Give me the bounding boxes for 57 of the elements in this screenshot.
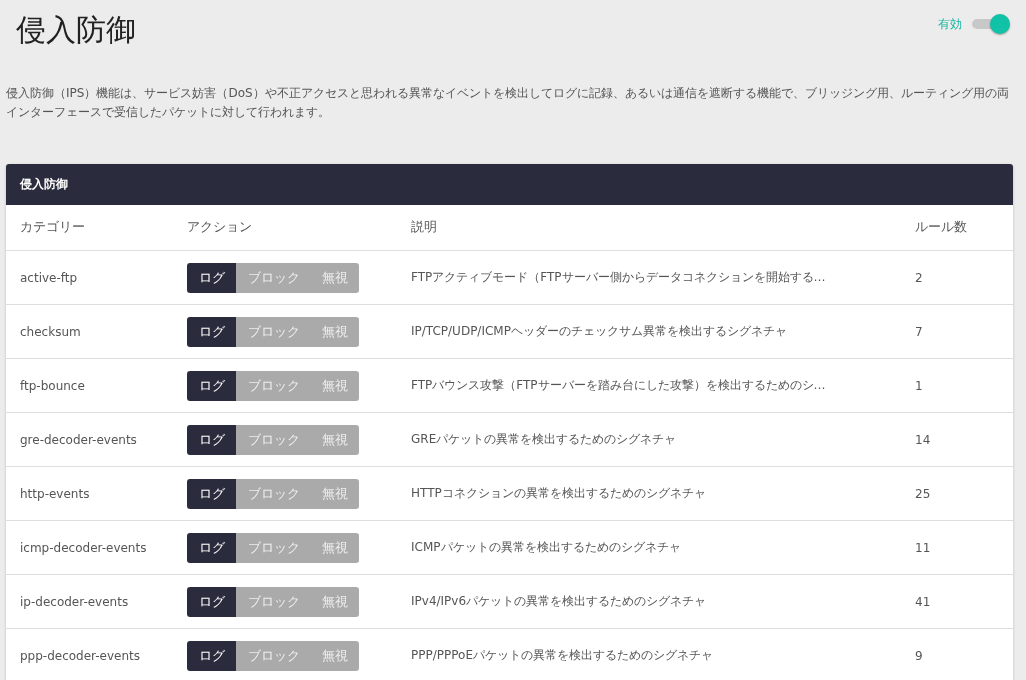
action-option[interactable]: ブロック xyxy=(236,478,311,509)
action-option[interactable]: ブロック xyxy=(236,262,311,293)
action-option[interactable]: 無視 xyxy=(311,424,359,455)
action-option[interactable]: 無視 xyxy=(311,370,359,401)
description-text: 侵入防御（IPS）機能は、サービス妨害（DoS）や不正アクセスと思われる異常なイベントを検出してログに記録、あるいは通信を遮断する機能で、ブリッジング用、ルーティング用の両インターフェースで受信したパケットに対して行われます。 xyxy=(6,85,1010,121)
action-option[interactable]: ブロック xyxy=(236,370,311,401)
action-option[interactable]: ログ xyxy=(187,640,236,671)
card-header: 侵入防御 xyxy=(6,164,1013,205)
description-cell-text: GREパケットの異常を検出するためのシグネチャ xyxy=(411,431,678,448)
action-option[interactable]: ブロック xyxy=(236,586,311,617)
action-option[interactable]: ログ xyxy=(187,586,236,617)
rule-count-cell-text: 41 xyxy=(915,594,932,609)
action-option[interactable]: ブロック xyxy=(236,640,311,671)
category-cell-text: http-events xyxy=(20,486,91,501)
action-option[interactable]: 無視 xyxy=(311,532,359,563)
page-title: 侵入防御 xyxy=(16,11,136,49)
action-option[interactable]: 無視 xyxy=(311,586,359,617)
action-option[interactable]: ログ xyxy=(187,316,236,347)
action-option[interactable]: 無視 xyxy=(311,316,359,347)
column-header: 説明 xyxy=(411,219,438,236)
column-header: アクション xyxy=(187,219,253,236)
action-option[interactable]: ログ xyxy=(187,424,236,455)
column-header: カテゴリー xyxy=(20,219,86,236)
description-cell-text: FTPアクティブモード（FTPサーバー側からデータコネクションを開始する… xyxy=(411,269,827,286)
action-option[interactable]: 無視 xyxy=(311,478,359,509)
rule-count-cell-text: 14 xyxy=(915,432,932,447)
description-cell-text: IP/TCP/UDP/ICMPヘッダーのチェックサム異常を検出するシグネチャ xyxy=(411,323,788,340)
category-cell-text: checksum xyxy=(20,324,82,339)
category-cell-text: ip-decoder-events xyxy=(20,594,130,609)
action-option[interactable]: ログ xyxy=(187,478,236,509)
description-cell-text: ICMPパケットの異常を検出するためのシグネチャ xyxy=(411,539,682,556)
category-cell-text: icmp-decoder-events xyxy=(20,540,148,555)
description-cell-text: HTTPコネクションの異常を検出するためのシグネチャ xyxy=(411,485,707,502)
rule-count-cell-text: 9 xyxy=(915,648,924,663)
description-cell-text: FTPバウンス攻撃（FTPサーバーを踏み台にした攻撃）を検出するためのシ… xyxy=(411,377,827,394)
action-option[interactable]: 無視 xyxy=(311,262,359,293)
action-option[interactable]: ログ xyxy=(187,262,236,293)
rule-count-cell-text: 1 xyxy=(915,378,924,393)
toggle-label: 有効 xyxy=(938,15,962,33)
enable-switch[interactable] xyxy=(972,14,1010,34)
action-option[interactable]: ブロック xyxy=(236,532,311,563)
rule-count-cell-text: 11 xyxy=(915,540,932,555)
action-option[interactable]: ブロック xyxy=(236,316,311,347)
rule-count-cell-text: 7 xyxy=(915,324,924,339)
category-cell-text: active-ftp xyxy=(20,270,79,285)
action-option[interactable]: ログ xyxy=(187,532,236,563)
description-cell-text: PPP/PPPoEパケットの異常を検出するためのシグネチャ xyxy=(411,647,714,664)
action-option[interactable]: ブロック xyxy=(236,424,311,455)
category-cell-text: ppp-decoder-events xyxy=(20,648,142,663)
rule-count-cell-text: 2 xyxy=(915,270,924,285)
category-cell-text: ftp-bounce xyxy=(20,378,86,393)
category-cell-text: gre-decoder-events xyxy=(20,432,138,447)
description-cell-text: IPv4/IPv6パケットの異常を検出するためのシグネチャ xyxy=(411,593,708,610)
action-option[interactable]: 無視 xyxy=(311,640,359,671)
rule-count-cell-text: 25 xyxy=(915,486,932,501)
action-option[interactable]: ログ xyxy=(187,370,236,401)
column-header: ルール数 xyxy=(915,219,968,236)
